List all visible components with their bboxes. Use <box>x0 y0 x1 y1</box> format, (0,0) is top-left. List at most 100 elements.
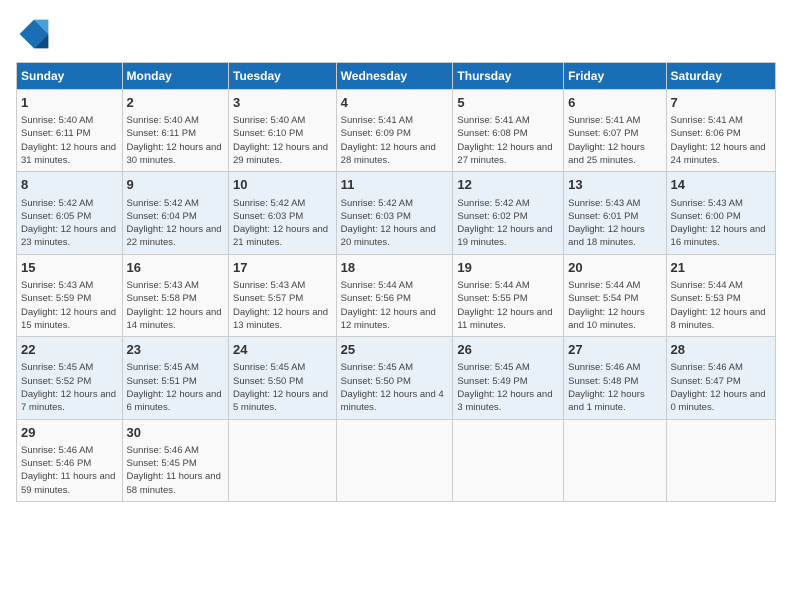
calendar-cell <box>336 419 453 501</box>
day-number: 26 <box>457 341 559 359</box>
day-info: Sunrise: 5:42 AMSunset: 6:04 PMDaylight:… <box>127 197 224 250</box>
header-cell-friday: Friday <box>564 63 666 90</box>
day-number: 28 <box>671 341 771 359</box>
day-number: 4 <box>341 94 449 112</box>
day-number: 12 <box>457 176 559 194</box>
calendar-cell: 6 Sunrise: 5:41 AMSunset: 6:07 PMDaylight… <box>564 90 666 172</box>
day-info: Sunrise: 5:40 AMSunset: 6:11 PMDaylight:… <box>21 114 118 167</box>
calendar-cell: 12 Sunrise: 5:42 AMSunset: 6:02 PMDayligh… <box>453 172 564 254</box>
week-row-2: 8Sunrise: 5:42 AMSunset: 6:05 PMDaylight… <box>17 172 776 254</box>
day-info: Sunrise: 5:46 AMSunset: 5:45 PMDaylight:… <box>127 444 224 497</box>
logo-icon <box>16 16 52 52</box>
day-info: Sunrise: 5:46 AMSunset: 5:47 PMDaylight:… <box>671 361 771 414</box>
day-number: 22 <box>21 341 118 359</box>
calendar-table: SundayMondayTuesdayWednesdayThursdayFrid… <box>16 62 776 502</box>
day-info: Sunrise: 5:42 AMSunset: 6:02 PMDaylight:… <box>457 197 559 250</box>
day-number: 27 <box>568 341 661 359</box>
calendar-cell: 3 Sunrise: 5:40 AMSunset: 6:10 PMDaylight… <box>229 90 337 172</box>
day-number: 2 <box>127 94 224 112</box>
header-cell-tuesday: Tuesday <box>229 63 337 90</box>
calendar-cell: 21 Sunrise: 5:44 AMSunset: 5:53 PMDayligh… <box>666 254 775 336</box>
calendar-cell: 22 Sunrise: 5:45 AMSunset: 5:52 PMDayligh… <box>17 337 123 419</box>
day-info: Sunrise: 5:45 AMSunset: 5:51 PMDaylight:… <box>127 361 224 414</box>
day-info: Sunrise: 5:41 AMSunset: 6:06 PMDaylight:… <box>671 114 771 167</box>
day-info: Sunrise: 5:46 AMSunset: 5:46 PMDaylight:… <box>21 444 118 497</box>
day-info: Sunrise: 5:40 AMSunset: 6:10 PMDaylight:… <box>233 114 332 167</box>
calendar-cell: 8Sunrise: 5:42 AMSunset: 6:05 PMDaylight… <box>17 172 123 254</box>
calendar-cell <box>564 419 666 501</box>
day-info: Sunrise: 5:42 AMSunset: 6:03 PMDaylight:… <box>233 197 332 250</box>
calendar-cell: 11 Sunrise: 5:42 AMSunset: 6:03 PMDayligh… <box>336 172 453 254</box>
day-info: Sunrise: 5:41 AMSunset: 6:08 PMDaylight:… <box>457 114 559 167</box>
calendar-cell: 18 Sunrise: 5:44 AMSunset: 5:56 PMDayligh… <box>336 254 453 336</box>
week-row-5: 29 Sunrise: 5:46 AMSunset: 5:46 PMDayligh… <box>17 419 776 501</box>
day-number: 1 <box>21 94 118 112</box>
day-info: Sunrise: 5:44 AMSunset: 5:54 PMDaylight:… <box>568 279 661 332</box>
calendar-cell: 4 Sunrise: 5:41 AMSunset: 6:09 PMDaylight… <box>336 90 453 172</box>
day-number: 14 <box>671 176 771 194</box>
calendar-cell: 25Sunrise: 5:45 AMSunset: 5:50 PMDayligh… <box>336 337 453 419</box>
calendar-cell: 9 Sunrise: 5:42 AMSunset: 6:04 PMDaylight… <box>122 172 228 254</box>
day-number: 9 <box>127 176 224 194</box>
calendar-cell <box>229 419 337 501</box>
calendar-cell: 10 Sunrise: 5:42 AMSunset: 6:03 PMDayligh… <box>229 172 337 254</box>
header-cell-wednesday: Wednesday <box>336 63 453 90</box>
calendar-cell: 23 Sunrise: 5:45 AMSunset: 5:51 PMDayligh… <box>122 337 228 419</box>
header-cell-monday: Monday <box>122 63 228 90</box>
calendar-cell <box>666 419 775 501</box>
day-number: 13 <box>568 176 661 194</box>
day-number: 17 <box>233 259 332 277</box>
day-number: 8 <box>21 176 118 194</box>
day-info: Sunrise: 5:45 AMSunset: 5:50 PMDaylight:… <box>233 361 332 414</box>
page-header <box>16 16 776 52</box>
day-info: Sunrise: 5:42 AMSunset: 6:03 PMDaylight:… <box>341 197 449 250</box>
day-info: Sunrise: 5:44 AMSunset: 5:56 PMDaylight:… <box>341 279 449 332</box>
day-number: 7 <box>671 94 771 112</box>
day-info: Sunrise: 5:41 AMSunset: 6:07 PMDaylight:… <box>568 114 661 167</box>
calendar-cell: 7 Sunrise: 5:41 AMSunset: 6:06 PMDaylight… <box>666 90 775 172</box>
calendar-header: SundayMondayTuesdayWednesdayThursdayFrid… <box>17 63 776 90</box>
calendar-cell <box>453 419 564 501</box>
day-info: Sunrise: 5:45 AMSunset: 5:52 PMDaylight:… <box>21 361 118 414</box>
day-number: 23 <box>127 341 224 359</box>
week-row-4: 22 Sunrise: 5:45 AMSunset: 5:52 PMDayligh… <box>17 337 776 419</box>
calendar-cell: 14 Sunrise: 5:43 AMSunset: 6:00 PMDayligh… <box>666 172 775 254</box>
calendar-cell: 19Sunrise: 5:44 AMSunset: 5:55 PMDayligh… <box>453 254 564 336</box>
day-info: Sunrise: 5:44 AMSunset: 5:55 PMDaylight:… <box>457 279 559 332</box>
day-info: Sunrise: 5:43 AMSunset: 6:00 PMDaylight:… <box>671 197 771 250</box>
day-number: 6 <box>568 94 661 112</box>
day-number: 3 <box>233 94 332 112</box>
day-info: Sunrise: 5:45 AMSunset: 5:50 PMDaylight:… <box>341 361 449 414</box>
logo <box>16 16 56 52</box>
day-number: 5 <box>457 94 559 112</box>
calendar-cell: 13 Sunrise: 5:43 AMSunset: 6:01 PMDayligh… <box>564 172 666 254</box>
header-row: SundayMondayTuesdayWednesdayThursdayFrid… <box>17 63 776 90</box>
day-number: 29 <box>21 424 118 442</box>
header-cell-saturday: Saturday <box>666 63 775 90</box>
week-row-1: 1 Sunrise: 5:40 AMSunset: 6:11 PMDaylight… <box>17 90 776 172</box>
calendar-body: 1 Sunrise: 5:40 AMSunset: 6:11 PMDaylight… <box>17 90 776 502</box>
day-info: Sunrise: 5:43 AMSunset: 5:59 PMDaylight:… <box>21 279 118 332</box>
day-number: 20 <box>568 259 661 277</box>
day-number: 21 <box>671 259 771 277</box>
calendar-cell: 20 Sunrise: 5:44 AMSunset: 5:54 PMDayligh… <box>564 254 666 336</box>
calendar-cell: 30Sunrise: 5:46 AMSunset: 5:45 PMDayligh… <box>122 419 228 501</box>
calendar-cell: 15 Sunrise: 5:43 AMSunset: 5:59 PMDayligh… <box>17 254 123 336</box>
header-cell-thursday: Thursday <box>453 63 564 90</box>
day-info: Sunrise: 5:43 AMSunset: 5:57 PMDaylight:… <box>233 279 332 332</box>
header-cell-sunday: Sunday <box>17 63 123 90</box>
calendar-cell: 16Sunrise: 5:43 AMSunset: 5:58 PMDayligh… <box>122 254 228 336</box>
day-number: 18 <box>341 259 449 277</box>
calendar-cell: 1 Sunrise: 5:40 AMSunset: 6:11 PMDaylight… <box>17 90 123 172</box>
week-row-3: 15 Sunrise: 5:43 AMSunset: 5:59 PMDayligh… <box>17 254 776 336</box>
day-number: 10 <box>233 176 332 194</box>
day-number: 16 <box>127 259 224 277</box>
day-info: Sunrise: 5:44 AMSunset: 5:53 PMDaylight:… <box>671 279 771 332</box>
day-info: Sunrise: 5:45 AMSunset: 5:49 PMDaylight:… <box>457 361 559 414</box>
day-info: Sunrise: 5:41 AMSunset: 6:09 PMDaylight:… <box>341 114 449 167</box>
day-info: Sunrise: 5:43 AMSunset: 6:01 PMDaylight:… <box>568 197 661 250</box>
day-number: 15 <box>21 259 118 277</box>
calendar-cell: 29 Sunrise: 5:46 AMSunset: 5:46 PMDayligh… <box>17 419 123 501</box>
day-number: 11 <box>341 176 449 194</box>
calendar-cell: 2Sunrise: 5:40 AMSunset: 6:11 PMDaylight… <box>122 90 228 172</box>
